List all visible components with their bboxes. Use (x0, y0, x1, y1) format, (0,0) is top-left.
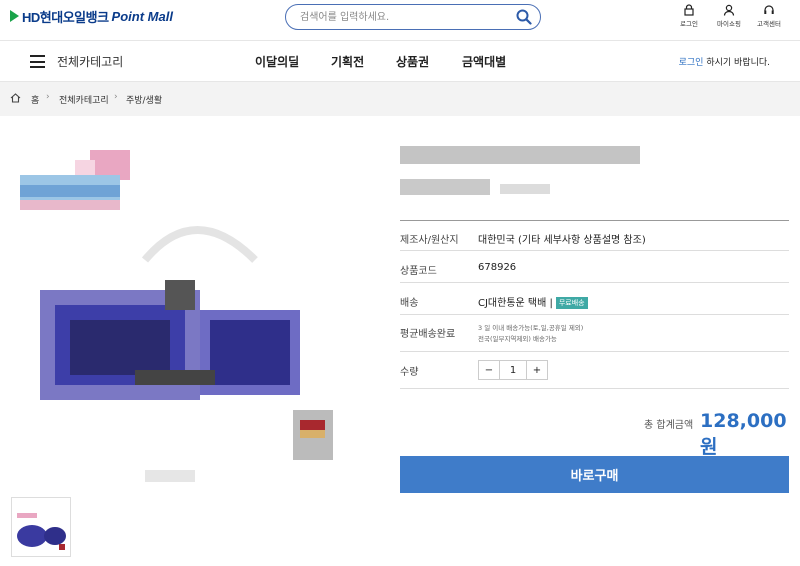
breadcrumb: 홈 › 전체카테고리 › 주방/생활 (0, 82, 800, 116)
main-nav: 전체카테고리 이달의딜 기획전 상품권 금액대별 로그인 하시기 바랍니다. (0, 40, 800, 82)
divider (400, 282, 789, 283)
logo-brand: HD현대오일뱅크 (22, 9, 109, 25)
top-bar: HD현대오일뱅크 Point Mall 로그인 마이쇼핑 고객센터 (0, 0, 800, 40)
nav-item-gift-cards[interactable]: 상품권 (396, 53, 429, 70)
product-image (20, 150, 333, 482)
divider (400, 314, 789, 315)
divider (400, 250, 789, 251)
search-box (285, 4, 541, 30)
delivery-carrier: CJ대한통운 택배 | (478, 298, 553, 309)
row-value-product-code: 678926 (478, 262, 517, 273)
login-message-text: 하시기 바랍니다. (703, 58, 770, 68)
logo-suffix: Point Mall (111, 8, 173, 24)
util-login[interactable]: 로그인 (669, 4, 709, 28)
breadcrumb-all-category[interactable]: 전체카테고리 (59, 93, 109, 106)
row-label-quantity: 수량 (400, 367, 419, 378)
avg-delivery-line1: 3 일 이내 배송가능(토,일,공휴일 제외) (478, 324, 584, 332)
person-icon (723, 4, 735, 16)
divider (400, 351, 789, 352)
logo-arrow-icon (10, 10, 19, 22)
quantity-value[interactable]: 1 (499, 361, 527, 379)
row-label-maker: 제조사/원산지 (400, 235, 459, 246)
hamburger-icon[interactable] (30, 55, 45, 68)
nav-item-promotions[interactable]: 기획전 (331, 53, 364, 70)
nav-item-by-price[interactable]: 금액대별 (462, 53, 506, 70)
buy-now-button[interactable]: 바로구매 (400, 456, 789, 493)
util-login-label: 로그인 (680, 20, 698, 28)
quantity-stepper: − 1 + (478, 360, 548, 380)
login-link[interactable]: 로그인 (679, 58, 704, 68)
chevron-right-icon: › (46, 92, 50, 102)
breadcrumb-home[interactable]: 홈 (31, 93, 39, 106)
lock-icon (684, 4, 694, 16)
row-label-delivery: 배송 (400, 298, 419, 309)
free-shipping-badge: 무료배송 (555, 297, 588, 309)
divider (400, 220, 789, 221)
row-label-product-code: 상품코드 (400, 266, 437, 277)
quantity-minus-button[interactable]: − (479, 361, 499, 379)
thumbnail-image (17, 513, 66, 550)
product-thumbnail[interactable] (11, 497, 71, 557)
headset-icon (764, 5, 774, 14)
home-icon[interactable] (10, 93, 21, 103)
search-input[interactable] (300, 9, 500, 25)
chevron-right-icon: › (114, 92, 118, 102)
total-label: 총 합계금액 (644, 420, 694, 431)
nav-item-monthly-deal[interactable]: 이달의딜 (255, 53, 299, 70)
all-category-link[interactable]: 전체카테고리 (57, 53, 123, 70)
row-value-maker: 대한민국 (기타 세부사항 상품설명 참조) (478, 235, 646, 246)
util-myshopping[interactable]: 마이쇼핑 (709, 4, 749, 28)
util-customer-center-label: 고객센터 (757, 20, 781, 28)
row-label-avg-delivery: 평균배송완료 (400, 329, 456, 340)
divider (400, 388, 789, 389)
quantity-plus-button[interactable]: + (527, 361, 547, 379)
product-title-blurred (400, 146, 640, 164)
product-subtitle-blurred (400, 179, 490, 195)
row-value-delivery: CJ대한통운 택배 | 무료배송 (478, 294, 588, 309)
avg-delivery-line2: 전국(일부지역제외) 배송가능 (478, 335, 557, 343)
breadcrumb-kitchen-living[interactable]: 주방/생활 (126, 93, 162, 106)
login-message: 로그인 하시기 바랍니다. (679, 55, 770, 68)
search-icon[interactable] (516, 9, 532, 25)
total-price: 128,000원 (700, 410, 787, 458)
util-myshopping-label: 마이쇼핑 (717, 20, 741, 28)
site-logo[interactable]: HD현대오일뱅크 Point Mall (10, 7, 173, 25)
product-price-blurred (500, 184, 550, 194)
util-customer-center[interactable]: 고객센터 (749, 4, 789, 28)
